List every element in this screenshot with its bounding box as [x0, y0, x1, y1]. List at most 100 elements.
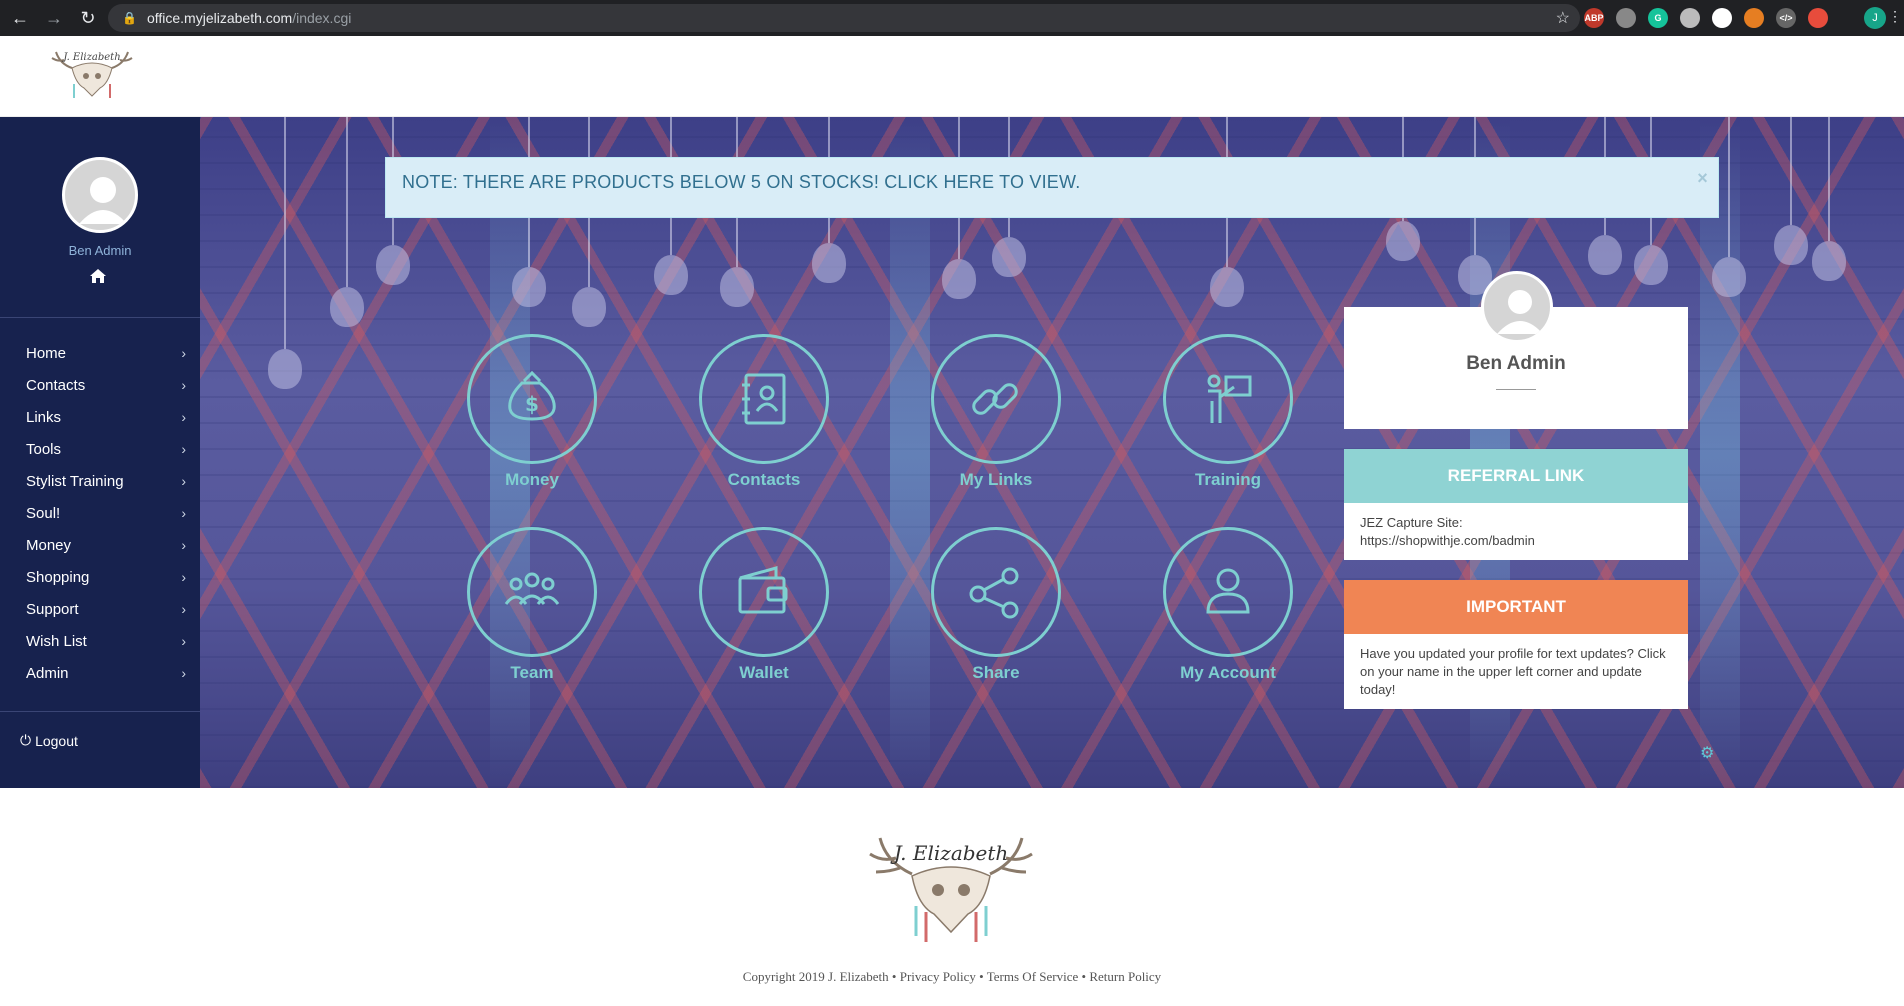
separator: • — [1081, 969, 1087, 984]
tile-circle[interactable] — [1163, 334, 1293, 464]
chevron-right-icon: › — [181, 601, 186, 617]
chevron-right-icon: › — [181, 345, 186, 361]
tile-my-links[interactable]: My Links — [916, 334, 1076, 514]
tile-label[interactable]: Contacts — [684, 470, 844, 490]
light-bulb — [720, 267, 754, 307]
address-bar[interactable]: 🔒 office.myjelizabeth.com/index.cgi ☆ — [108, 4, 1580, 32]
light-bulb — [330, 287, 364, 327]
light-bulb — [376, 245, 410, 285]
sidebar-user-name[interactable]: Ben Admin — [0, 243, 200, 258]
chevron-right-icon: › — [181, 505, 186, 521]
sidebar-item-label: Support — [26, 600, 79, 618]
sidebar-item-links[interactable]: Links › — [0, 401, 200, 433]
chevron-right-icon: › — [181, 537, 186, 553]
tile-circle[interactable] — [467, 527, 597, 657]
logo-icon[interactable]: J. Elizabeth — [46, 44, 138, 106]
lastpass-icon[interactable] — [1808, 8, 1828, 28]
sidebar-item-label: Home — [26, 344, 67, 362]
logout-button[interactable]: ⏻ Logout — [20, 732, 78, 749]
team-icon — [504, 572, 560, 605]
url-path: /index.cgi — [292, 10, 352, 26]
tile-training[interactable]: Training — [1148, 334, 1308, 514]
user-silhouette-icon — [1497, 290, 1543, 334]
sidebar-item-money[interactable]: Money › — [0, 529, 200, 561]
light-bulb — [942, 259, 976, 299]
light-bulb — [1386, 221, 1420, 261]
tile-circle[interactable] — [931, 334, 1061, 464]
divider — [0, 317, 200, 318]
sidebar-item-soul[interactable]: Soul! › — [0, 497, 200, 529]
sidebar-item-label: Tools — [26, 440, 62, 458]
link-icon — [972, 383, 1018, 415]
light-bulb — [512, 267, 546, 307]
sidebar-item-support[interactable]: Support › — [0, 593, 200, 625]
tile-label[interactable]: Team — [452, 663, 612, 683]
clock-icon[interactable] — [1680, 8, 1700, 28]
tile-label[interactable]: Wallet — [684, 663, 844, 683]
privacy-policy-link[interactable]: Privacy Policy — [900, 969, 976, 984]
sidebar-item-stylist-training[interactable]: Stylist Training › — [0, 465, 200, 497]
tile-money[interactable]: $ Money — [452, 334, 612, 514]
divider — [1496, 389, 1536, 390]
home-icon[interactable] — [87, 267, 109, 287]
dashboard-hero: NOTE: THERE ARE PRODUCTS BELOW 5 ON STOC… — [200, 117, 1904, 788]
tile-team[interactable]: Team — [452, 527, 612, 707]
sidebar-item-shopping[interactable]: Shopping › — [0, 561, 200, 593]
grammarly-icon[interactable]: G — [1648, 8, 1668, 28]
bulb-wire — [284, 117, 286, 349]
separator: • — [891, 969, 897, 984]
chevron-right-icon: › — [181, 569, 186, 585]
forward-arrow-icon[interactable]: → — [40, 4, 68, 32]
tile-share[interactable]: Share — [916, 527, 1076, 707]
tile-label[interactable]: My Account — [1148, 663, 1308, 683]
sidebar-item-admin[interactable]: Admin › — [0, 657, 200, 689]
feather-icon[interactable] — [1712, 8, 1732, 28]
close-icon[interactable]: × — [1697, 168, 1708, 189]
profile-card: Ben Admin — [1344, 271, 1688, 429]
reload-icon[interactable]: ↻ — [74, 4, 102, 32]
tile-my-account[interactable]: My Account — [1148, 527, 1308, 707]
avatar[interactable] — [62, 157, 138, 233]
sidebar-item-label: Money — [26, 536, 72, 554]
code-icon[interactable]: </> — [1776, 8, 1796, 28]
browser-menu-icon[interactable]: ⋮ — [1888, 8, 1902, 25]
chrome-ext-icon[interactable] — [1744, 8, 1764, 28]
profile-avatar[interactable]: J — [1864, 7, 1886, 29]
tile-circle[interactable] — [1163, 527, 1293, 657]
footer-logo-icon: J. Elizabeth — [869, 837, 1033, 942]
light-bulb — [1812, 241, 1846, 281]
tile-circle[interactable] — [699, 334, 829, 464]
sidebar-item-home[interactable]: Home › — [0, 337, 200, 369]
bookmark-star-icon[interactable]: ☆ — [1556, 8, 1570, 28]
return-policy-link[interactable]: Return Policy — [1089, 969, 1161, 984]
sidebar-item-tools[interactable]: Tools › — [0, 433, 200, 465]
tile-label[interactable]: Training — [1148, 470, 1308, 490]
abp-icon[interactable]: ABP — [1584, 8, 1604, 28]
sidebar-item-wish-list[interactable]: Wish List › — [0, 625, 200, 657]
back-arrow-icon[interactable]: ← — [6, 4, 34, 32]
low-stock-alert[interactable]: NOTE: THERE ARE PRODUCTS BELOW 5 ON STOC… — [385, 157, 1719, 218]
gear-icon[interactable]: ⚙ — [1700, 743, 1714, 763]
extensions-bar: ABP G </> — [1584, 8, 1828, 28]
terms-of-service-link[interactable]: Terms Of Service — [987, 969, 1079, 984]
share-icon — [969, 567, 1019, 619]
sidebar-item-contacts[interactable]: Contacts › — [0, 369, 200, 401]
sidebar-item-label: Shopping — [26, 568, 90, 586]
chevron-right-icon: › — [181, 473, 186, 489]
tile-wallet[interactable]: Wallet — [684, 527, 844, 707]
tile-circle[interactable] — [699, 527, 829, 657]
url-host: office.myjelizabeth.com — [146, 10, 293, 26]
referral-card: REFERRAL LINK JEZ Capture Site: https://… — [1344, 449, 1688, 560]
alert-text[interactable]: NOTE: THERE ARE PRODUCTS BELOW 5 ON STOC… — [402, 172, 1080, 192]
tile-circle[interactable] — [931, 527, 1061, 657]
light-bulb — [572, 287, 606, 327]
tile-label[interactable]: Money — [452, 470, 612, 490]
camera-icon[interactable] — [1616, 8, 1636, 28]
referral-url[interactable]: https://shopwithje.com/badmin — [1360, 532, 1672, 550]
footer-logo-text: J. Elizabeth — [890, 841, 1009, 865]
tile-contacts[interactable]: Contacts — [684, 334, 844, 514]
site-footer: J. Elizabeth Copyright 2019 J. Elizabeth… — [0, 788, 1904, 1006]
tile-label[interactable]: My Links — [916, 470, 1076, 490]
tile-label[interactable]: Share — [916, 663, 1076, 683]
tile-circle[interactable]: $ — [467, 334, 597, 464]
